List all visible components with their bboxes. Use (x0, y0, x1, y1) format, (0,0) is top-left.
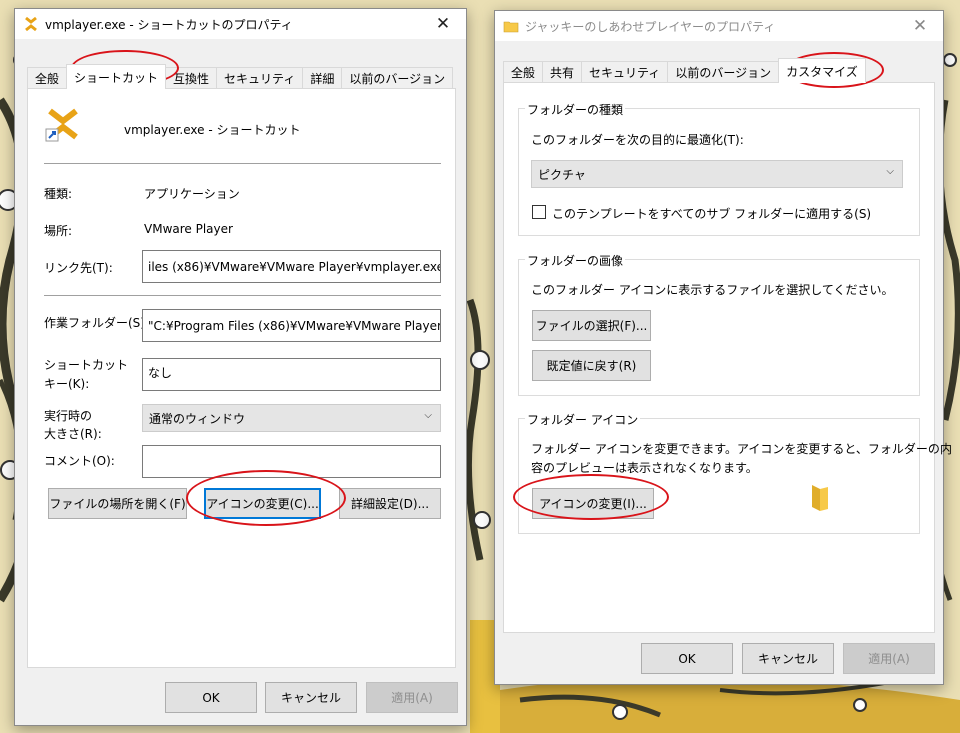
hotkey-label: ショートカット (44, 358, 129, 372)
tab-security[interactable]: セキュリティ (216, 67, 304, 89)
apply-button[interactable]: 適用(A) (843, 643, 935, 674)
workdir-label: 作業フォルダー(S): (44, 316, 150, 330)
title-bar[interactable]: ジャッキーのしあわせプレイヤーのプロパティ ✕ (495, 11, 943, 41)
run-size-select[interactable]: 通常のウィンドウ ⌵ (142, 404, 441, 432)
type-value: アプリケーション (144, 187, 240, 201)
image-description: このフォルダー アイコンに表示するファイルを選択してください。 (531, 283, 894, 297)
chevron-down-icon: ⌵ (886, 166, 894, 177)
vmware-shortcut-icon (45, 108, 78, 142)
shortcut-properties-window: vmplayer.exe - ショートカットのプロパティ ✕ 全般 ショートカッ… (14, 8, 467, 726)
open-file-location-button[interactable]: ファイルの場所を開く(F) (48, 488, 187, 519)
folder-properties-window: ジャッキーのしあわせプレイヤーのプロパティ ✕ 全般 共有 セキュリティ 以前の… (494, 10, 952, 685)
folder-type-group: フォルダーの種類 このフォルダーを次の目的に最適化(T): ピクチャ ⌵ このテ… (518, 101, 920, 236)
comment-input[interactable] (142, 445, 441, 478)
change-icon-button[interactable]: アイコンの変更(C)... (204, 488, 321, 519)
run-size-label-2: 大きさ(R): (44, 427, 102, 441)
location-value: VMware Player (144, 222, 233, 236)
window-title: ジャッキーのしあわせプレイヤーのプロパティ (525, 19, 776, 34)
location-label: 場所: (44, 224, 73, 238)
target-label: リンク先(T): (44, 261, 113, 275)
hotkey-input[interactable]: なし (142, 358, 441, 391)
customize-tab-panel: フォルダーの種類 このフォルダーを次の目的に最適化(T): ピクチャ ⌵ このテ… (503, 82, 952, 633)
close-button[interactable]: ✕ (897, 11, 943, 41)
cancel-button[interactable]: キャンセル (265, 682, 357, 713)
run-size-value: 通常のウィンドウ (149, 411, 246, 426)
close-button[interactable]: ✕ (420, 9, 466, 39)
advanced-settings-button[interactable]: 詳細設定(D)... (339, 488, 441, 519)
ok-button[interactable]: OK (165, 682, 257, 713)
tab-general[interactable]: 全般 (27, 67, 68, 89)
tab-security[interactable]: セキュリティ (581, 61, 669, 83)
divider (44, 163, 441, 164)
tab-customize[interactable]: カスタマイズ (778, 58, 866, 83)
group-title: フォルダーの種類 (525, 101, 626, 118)
workdir-input[interactable]: "C:¥Program Files (x86)¥VMware¥VMware Pl… (142, 309, 441, 342)
icon-description-line2: 容のプレビューは表示されなくなります。 (531, 461, 758, 475)
optimize-value: ピクチャ (538, 167, 586, 182)
ok-button[interactable]: OK (641, 643, 733, 674)
tab-general[interactable]: 全般 (503, 61, 544, 83)
hotkey-label-2: キー(K): (44, 377, 90, 391)
tab-compatibility[interactable]: 互換性 (165, 67, 218, 89)
apply-button[interactable]: 適用(A) (366, 682, 458, 713)
tab-bar: 全般 共有 セキュリティ 以前のバージョン カスタマイズ (503, 58, 866, 83)
shortcut-name: vmplayer.exe - ショートカット (124, 123, 301, 137)
run-size-label: 実行時の (44, 409, 93, 423)
choose-file-button[interactable]: ファイルの選択(F)... (532, 310, 651, 341)
shortcut-tab-panel: vmplayer.exe - ショートカット 種類: アプリケーション 場所: … (27, 88, 456, 668)
group-title: フォルダー アイコン (525, 411, 641, 428)
tab-previous-versions[interactable]: 以前のバージョン (667, 61, 780, 83)
chevron-down-icon: ⌵ (424, 410, 432, 421)
tab-shortcut[interactable]: ショートカット (66, 64, 167, 89)
folder-icon-group: フォルダー アイコン フォルダー アイコンを変更できます。アイコンを変更すると、… (518, 411, 952, 534)
folder-icon (503, 21, 519, 33)
group-title: フォルダーの画像 (525, 252, 626, 269)
tab-details[interactable]: 詳細 (302, 67, 343, 89)
comment-label: コメント(O): (44, 454, 115, 468)
apply-template-checkbox[interactable] (532, 205, 546, 219)
cancel-button[interactable]: キャンセル (742, 643, 834, 674)
change-icon-button[interactable]: アイコンの変更(I)... (532, 488, 654, 519)
tab-previous-versions[interactable]: 以前のバージョン (341, 67, 454, 89)
optimize-label: このフォルダーを次の目的に最適化(T): (531, 133, 744, 147)
title-bar[interactable]: vmplayer.exe - ショートカットのプロパティ ✕ (15, 9, 466, 39)
divider (44, 295, 441, 296)
folder-preview-icon (812, 485, 828, 511)
folder-image-group: フォルダーの画像 このフォルダー アイコンに表示するファイルを選択してください。… (518, 252, 920, 396)
tab-sharing[interactable]: 共有 (542, 61, 583, 83)
icon-description-line1: フォルダー アイコンを変更できます。アイコンを変更すると、フォルダーの内 (531, 442, 952, 456)
restore-default-button[interactable]: 既定値に戻す(R) (532, 350, 651, 381)
target-input[interactable]: iles (x86)¥VMware¥VMware Player¥vmplayer… (142, 250, 441, 283)
tab-bar: 全般 ショートカット 互換性 セキュリティ 詳細 以前のバージョン (27, 64, 454, 89)
optimize-select[interactable]: ピクチャ ⌵ (531, 160, 903, 188)
type-label: 種類: (44, 187, 73, 201)
window-title: vmplayer.exe - ショートカットのプロパティ (45, 17, 293, 32)
apply-template-label[interactable]: このテンプレートをすべてのサブ フォルダーに適用する(S) (552, 205, 871, 222)
vmware-app-icon (25, 16, 37, 32)
